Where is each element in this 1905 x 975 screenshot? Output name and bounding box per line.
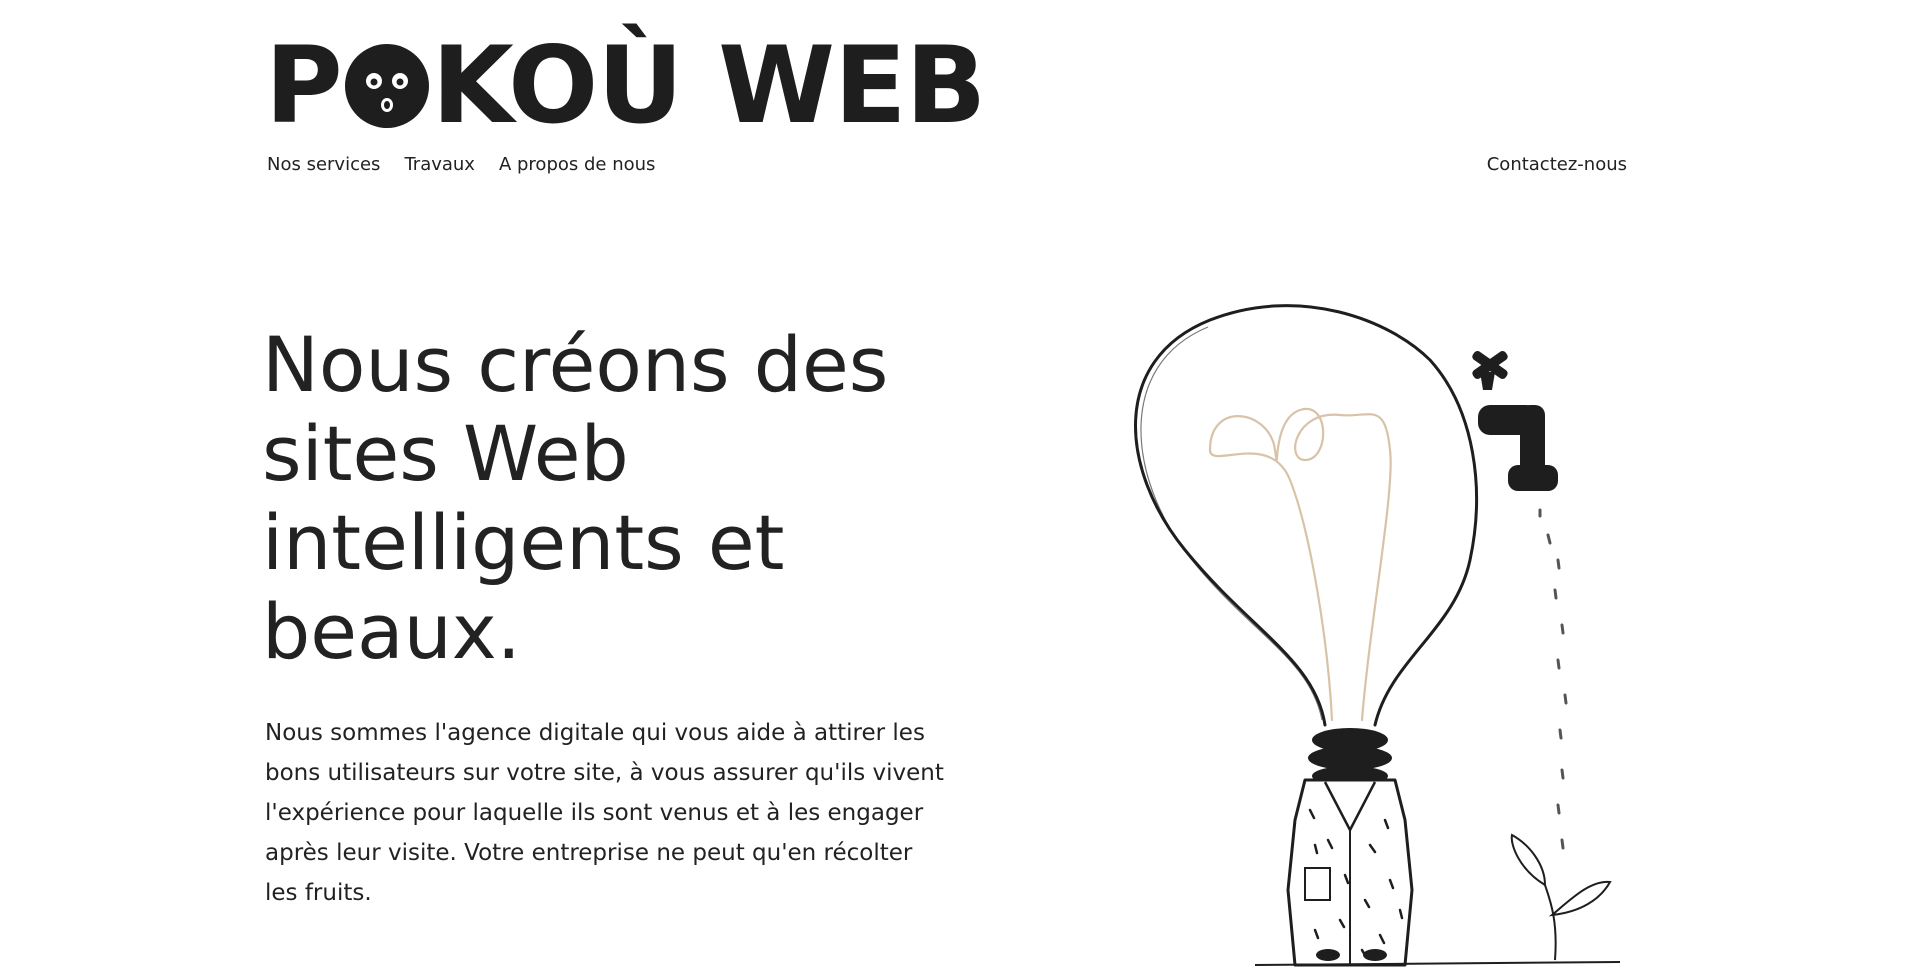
hero-headline: Nous créons des sites Web intelligents e… [262,320,889,676]
nav-item-about[interactable]: A propos de nous [499,154,655,175]
surprised-face-icon [344,44,429,128]
logo-text-start: P [265,24,343,147]
hero-intro: Nous sommes l'agence digitale qui vous a… [265,720,944,906]
page: P KOÙ WEB Nos services Travaux A propos … [0,0,1905,975]
nav-item-services[interactable]: Nos services [267,154,380,175]
nav-item-works[interactable]: Travaux [404,154,475,175]
lightbulb-illustration [1134,304,1621,967]
logo-link[interactable]: P KOÙ WEB [265,24,987,147]
main-nav: Nos services Travaux A propos de nous [267,154,655,175]
logo-text-end: KOÙ WEB [431,24,987,147]
contact-link[interactable]: Contactez-nous [1487,154,1627,175]
